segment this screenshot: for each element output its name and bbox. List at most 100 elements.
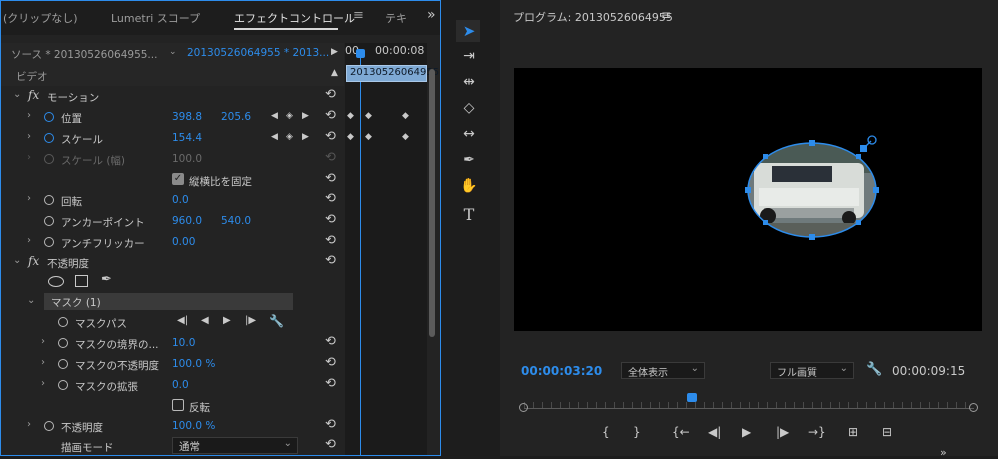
reset-icon[interactable]: ⟲ — [325, 355, 336, 370]
track-back-one-icon[interactable]: ◀ — [201, 315, 209, 326]
mark-in-icon[interactable]: { — [602, 425, 610, 439]
blend-mode-select[interactable]: 通常 ⌄ — [172, 437, 298, 454]
keyframe-diamond[interactable]: ◆ — [365, 111, 372, 121]
hand-icon[interactable]: ✋ — [458, 178, 480, 194]
reset-icon[interactable]: ⟲ — [325, 87, 336, 102]
position-y-value[interactable]: 205.6 — [221, 111, 251, 123]
collapse-up-icon[interactable]: ▲ — [331, 68, 338, 78]
stopwatch-icon[interactable] — [44, 195, 54, 205]
add-keyframe-icon[interactable]: ◈ — [286, 132, 293, 142]
program-scrubber[interactable] — [519, 393, 978, 416]
reset-icon[interactable]: ⟲ — [325, 437, 336, 452]
chevron-right-icon[interactable]: › — [27, 193, 31, 204]
extract-icon[interactable]: ⊟ — [882, 425, 892, 439]
scrubber-end-handle[interactable] — [969, 403, 978, 412]
chevron-down-icon[interactable]: ⌄ — [13, 89, 21, 100]
reset-icon[interactable]: ⟲ — [325, 191, 336, 206]
tab-menu-icon[interactable]: ≡ — [353, 8, 364, 23]
stopwatch-icon[interactable] — [44, 112, 54, 122]
lift-icon[interactable]: ⊞ — [848, 425, 858, 439]
anchor-x-value[interactable]: 960.0 — [172, 215, 202, 227]
keyframe-diamond[interactable]: ◆ — [365, 132, 372, 142]
next-keyframe-icon[interactable]: ▶ — [302, 111, 309, 121]
playhead-marker[interactable] — [687, 393, 697, 402]
stopwatch-icon[interactable] — [44, 237, 54, 247]
chevron-down-icon[interactable]: ⌄ — [13, 255, 21, 266]
tab-effect-controls[interactable]: エフェクトコントロール — [234, 10, 355, 26]
motion-effect-row[interactable]: ⌄ fx モーション ⟲ — [1, 86, 344, 107]
reset-icon[interactable]: ⟲ — [325, 376, 336, 391]
mask-opacity-value[interactable]: 100.0 % — [172, 358, 215, 370]
selection-tool-icon[interactable]: ➤ — [458, 22, 480, 40]
stopwatch-icon[interactable] — [58, 380, 68, 390]
prev-keyframe-icon[interactable]: ◀ — [271, 132, 278, 142]
step-forward-icon[interactable]: |▶ — [776, 425, 789, 439]
chevron-right-icon[interactable]: › — [27, 131, 31, 142]
chevron-down-icon[interactable]: ⌄ — [169, 47, 177, 57]
track-select-icon[interactable]: ⇥ — [458, 48, 480, 64]
clip-bar[interactable]: 20130526064955 — [346, 65, 439, 82]
pen-mask-icon[interactable]: ✒ — [101, 272, 112, 287]
keyframe-diamond[interactable]: ◆ — [347, 132, 354, 142]
chevron-right-icon[interactable]: › — [27, 235, 31, 246]
opacity-value[interactable]: 100.0 % — [172, 420, 215, 432]
sequence-label[interactable]: 20130526064955 * 2013... — [187, 47, 329, 59]
stopwatch-icon[interactable] — [44, 133, 54, 143]
chevron-right-icon[interactable]: › — [27, 419, 31, 430]
reset-icon[interactable]: ⟲ — [325, 171, 336, 186]
track-backward-icon[interactable]: ◀| — [177, 315, 188, 326]
chevron-right-icon[interactable]: › — [41, 378, 45, 389]
quality-select[interactable]: フル画質 ⌄ — [770, 362, 854, 379]
reset-icon[interactable]: ⟲ — [325, 417, 336, 432]
opacity-effect-row[interactable]: ⌄ fx 不透明度 ⟲ — [1, 252, 344, 273]
current-time[interactable]: 00:00:03:20 — [521, 364, 602, 378]
anchor-y-value[interactable]: 540.0 — [221, 215, 251, 227]
tab-no-clip[interactable]: (クリップなし) — [3, 10, 78, 26]
play-icon[interactable]: ▶ — [331, 47, 338, 57]
ripple-edit-icon[interactable]: ⇹ — [458, 74, 480, 90]
scale-value[interactable]: 154.4 — [172, 132, 202, 144]
track-forward-icon[interactable]: |▶ — [245, 315, 256, 326]
tab-lumetri-scopes[interactable]: Lumetri スコープ — [111, 10, 200, 26]
reset-icon[interactable]: ⟲ — [325, 233, 336, 248]
reset-icon[interactable]: ⟲ — [325, 212, 336, 227]
uniform-scale-checkbox[interactable]: ✓ — [172, 173, 184, 185]
rotation-value[interactable]: 0.0 — [172, 194, 189, 206]
stopwatch-icon[interactable] — [58, 338, 68, 348]
pen-icon[interactable]: ✒ — [458, 152, 480, 168]
next-keyframe-icon[interactable]: ▶ — [302, 132, 309, 142]
keyframe-timeline[interactable]: 00 00:00:08 20130526064955 ◆ ◆ ◆ ◆ ◆ ◆ — [345, 43, 439, 455]
stopwatch-icon[interactable] — [44, 421, 54, 431]
stopwatch-icon[interactable] — [44, 216, 54, 226]
mark-out-icon[interactable]: } — [633, 425, 641, 439]
prev-keyframe-icon[interactable]: ◀ — [271, 111, 278, 121]
mask-feather-value[interactable]: 10.0 — [172, 337, 195, 349]
antiflicker-value[interactable]: 0.00 — [172, 236, 195, 248]
inverted-checkbox[interactable] — [172, 399, 184, 411]
reset-icon[interactable]: ⟲ — [325, 129, 336, 144]
slip-icon[interactable]: ↔ — [458, 126, 480, 142]
position-x-value[interactable]: 398.8 — [172, 111, 202, 123]
scrubber-start-handle[interactable] — [519, 403, 528, 412]
add-keyframe-icon[interactable]: ◈ — [286, 111, 293, 121]
program-title[interactable]: プログラム: 20130526064955 — [513, 9, 673, 25]
reset-icon[interactable]: ⟲ — [325, 108, 336, 123]
overflow-icon[interactable]: » — [940, 446, 947, 459]
go-to-out-icon[interactable]: →} — [808, 425, 826, 439]
ellipse-mask-icon[interactable] — [48, 276, 64, 287]
mask-header[interactable]: マスク (1) — [44, 293, 293, 310]
reset-icon[interactable]: ⟲ — [325, 253, 336, 268]
wrench-icon[interactable]: 🔧 — [866, 362, 882, 377]
tab-text[interactable]: テキ — [385, 10, 407, 26]
panel-scrollbar[interactable] — [429, 69, 435, 337]
razor-icon[interactable]: ◇ — [458, 100, 480, 116]
chevron-right-icon[interactable]: › — [41, 336, 45, 347]
play-button-icon[interactable]: ▶ — [742, 425, 751, 439]
keyframe-diamond[interactable]: ◆ — [402, 132, 409, 142]
overflow-icon[interactable]: » — [427, 7, 436, 23]
zoom-select[interactable]: 全体表示 ⌄ — [621, 362, 705, 379]
stopwatch-icon[interactable] — [58, 317, 68, 327]
type-icon[interactable]: T — [458, 205, 480, 224]
source-clip-label[interactable]: ソース * 20130526064955... — [11, 47, 157, 62]
stopwatch-icon[interactable] — [58, 359, 68, 369]
